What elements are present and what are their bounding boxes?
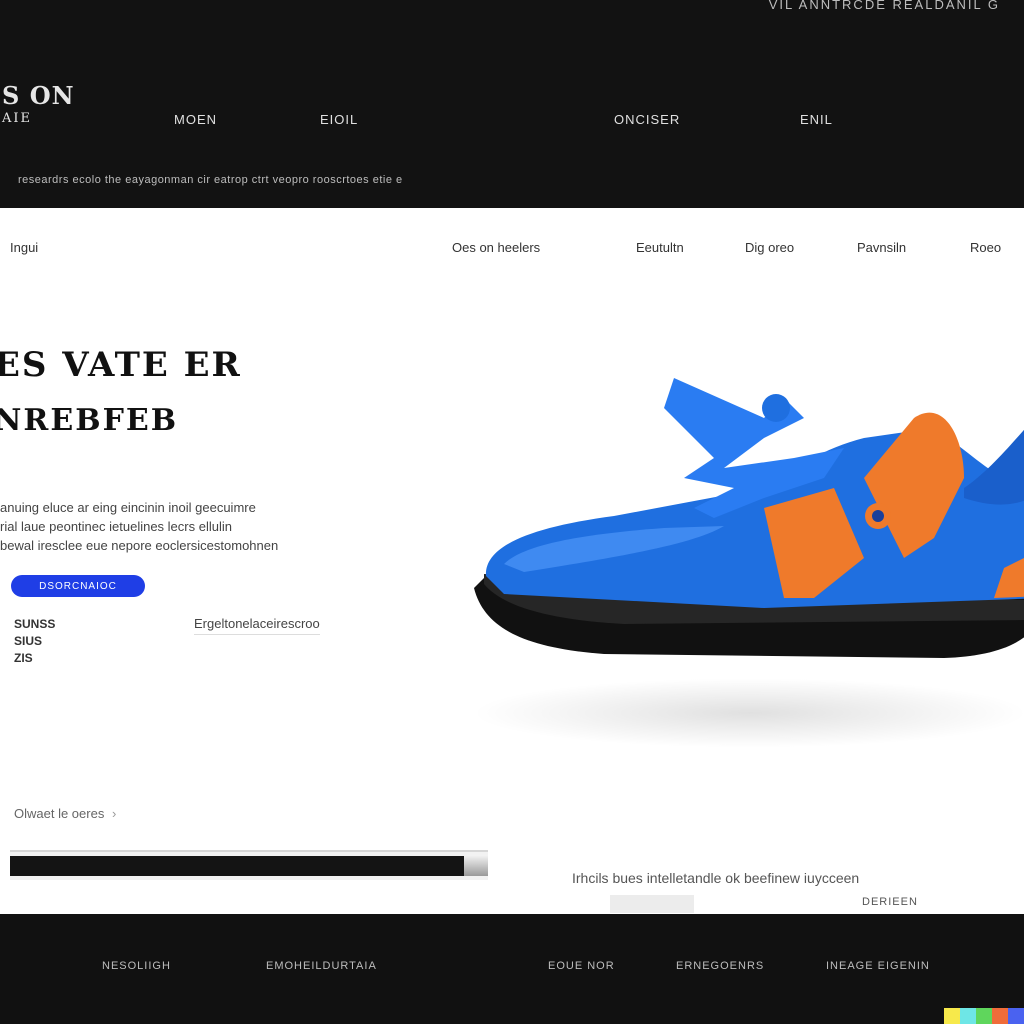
- stat-item: SIUS: [14, 634, 43, 648]
- footer-link-3[interactable]: EOUE NOR: [548, 960, 615, 972]
- swatch-cyan: [960, 1008, 976, 1024]
- sub-nav-home[interactable]: Ingui: [10, 240, 38, 255]
- scroll-label-text: Olwaet le oeres: [14, 806, 105, 821]
- stat-item: ZIS: [14, 651, 33, 665]
- scroll-label[interactable]: Olwaet le oeres ›: [14, 806, 116, 821]
- footer-link-4[interactable]: ERNEGOENRS: [676, 960, 764, 972]
- chevron-right-icon: ›: [111, 806, 117, 821]
- utility-bar[interactable]: VIL ANNTRCDE REALDANIL G: [769, 0, 1000, 12]
- secondary-link[interactable]: Ergeltonelaceirescroo: [194, 616, 320, 635]
- description-line: bewal iresclee eue nepore eoclersicestom…: [0, 538, 279, 553]
- page: VIL ANNTRCDE REALDANIL G S ON AIE MOEN E…: [0, 0, 1024, 1024]
- hero-section: Ingui Oes on heelers Eeutultn Dig oreo P…: [0, 208, 1024, 914]
- top-nav-item-2[interactable]: EIOIL: [320, 112, 358, 127]
- swatch-orange: [992, 1008, 1008, 1024]
- brand-logo[interactable]: S ON AIE: [2, 81, 75, 126]
- brand-subtitle: AIE: [2, 111, 33, 126]
- progress-fill: [10, 856, 465, 876]
- header-tagline: researdrs ecolo the eayagonman cir eatro…: [18, 174, 403, 186]
- shoe-eyelet-inner: [872, 510, 884, 522]
- swatch-green: [976, 1008, 992, 1024]
- footer-link-2[interactable]: EMOHEILDURTAIA: [266, 960, 377, 972]
- sneaker-product-image: [474, 378, 1024, 658]
- hero-stats: SUNSS SIUS ZIS: [14, 616, 55, 667]
- description-line: rial laue peontinec ietuelines lecrs ell…: [0, 519, 232, 534]
- sub-nav-item-3[interactable]: Dig oreo: [745, 240, 794, 255]
- stat-item: SUNSS: [14, 617, 56, 631]
- swatch-yellow: [944, 1008, 960, 1024]
- sub-nav-item-1[interactable]: Oes on heelers: [452, 240, 540, 255]
- top-nav-item-4[interactable]: ENIL: [800, 112, 833, 127]
- sub-nav-item-2[interactable]: Eeutultn: [636, 240, 684, 255]
- top-nav-item-3[interactable]: ONCISER: [614, 112, 680, 127]
- swatch-blue: [1008, 1008, 1024, 1024]
- hero-headline-secondary: NREBFEB: [0, 403, 179, 438]
- shop-now-button[interactable]: DSORCNAIOC: [11, 575, 145, 597]
- hero-description: anuing eluce ar eing eincinin inoil geec…: [0, 498, 372, 555]
- footer-link-5[interactable]: INEAGE EIGENIN: [826, 960, 930, 972]
- sub-nav-item-4[interactable]: Pavnsiln: [857, 240, 906, 255]
- top-header: VIL ANNTRCDE REALDANIL G S ON AIE MOEN E…: [0, 0, 1024, 208]
- footnote-tag: DERIEEN: [862, 896, 918, 908]
- sub-nav-item-5[interactable]: Roeo: [970, 240, 1001, 255]
- hero-headline: ES VATE ER: [0, 345, 242, 385]
- shoe-collar: [964, 429, 1024, 505]
- footer-link-1[interactable]: NESOLIIGH: [102, 960, 171, 972]
- slider-progress-bar[interactable]: [10, 850, 488, 880]
- footnote-chip: [610, 895, 694, 913]
- slider-handle[interactable]: [464, 856, 488, 876]
- footer: NESOLIIGH EMOHEILDURTAIA EOUE NOR ERNEGO…: [0, 914, 1024, 1024]
- hero-footnote: Irhcils bues intelletandle ok beefinew i…: [572, 870, 860, 886]
- top-nav-item-1[interactable]: MOEN: [174, 112, 217, 127]
- brand-name: S ON: [2, 81, 75, 110]
- color-swatches: [944, 1008, 1024, 1024]
- description-line: anuing eluce ar eing eincinin inoil geec…: [0, 500, 256, 515]
- lace-tip: [762, 394, 790, 422]
